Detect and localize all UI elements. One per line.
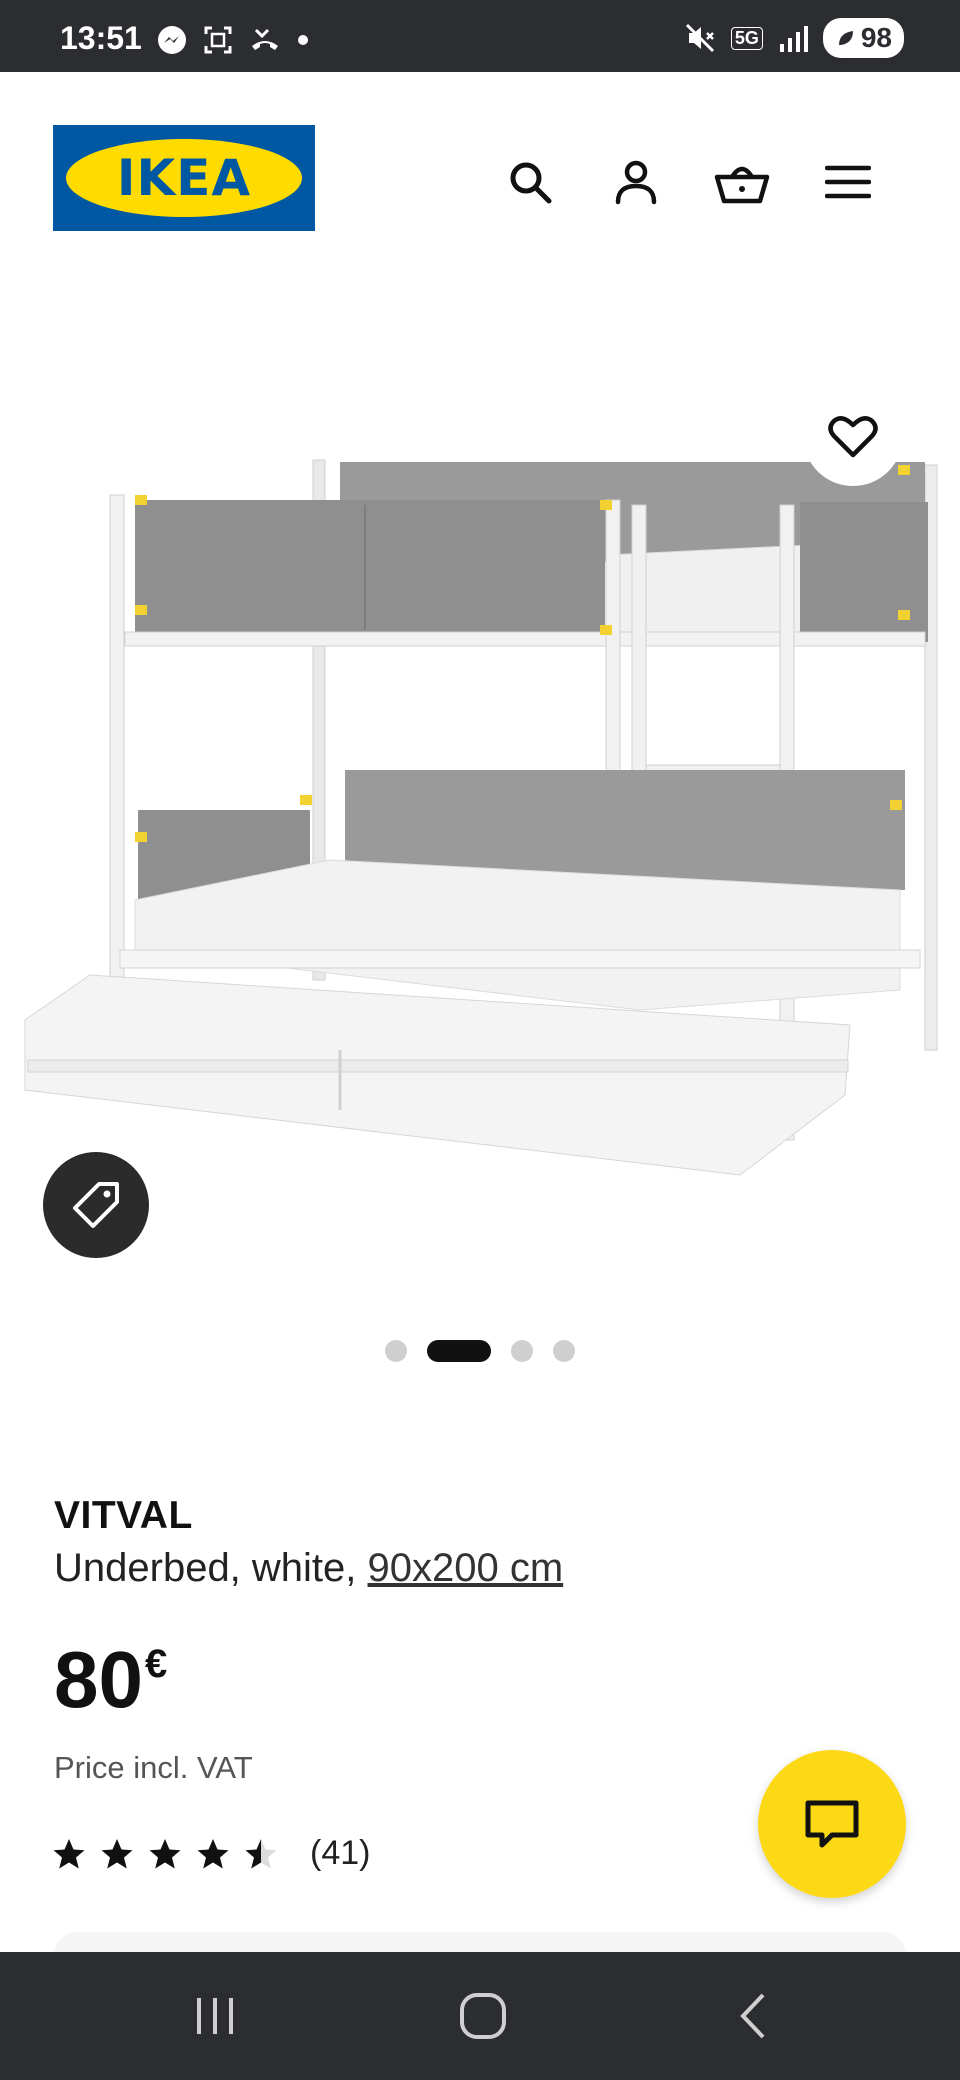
gallery-dot[interactable] (385, 1340, 407, 1362)
system-nav-bar (0, 1952, 960, 2080)
favourite-button[interactable] (803, 386, 903, 486)
search-icon (510, 162, 552, 204)
recent-apps-button[interactable] (185, 1990, 245, 2042)
notification-icons (156, 24, 310, 56)
chat-button[interactable] (758, 1750, 906, 1898)
battery-level: 98 (860, 22, 892, 53)
tag-icon (73, 1182, 119, 1228)
system-icons: 5G 98 (683, 18, 904, 58)
logo-oval: IKEA (66, 139, 302, 217)
gallery-dot-active[interactable] (427, 1340, 491, 1362)
recent-apps-icon (197, 1998, 233, 2034)
price-amount: 80 (54, 1635, 143, 1724)
screenshot-icon (204, 26, 232, 54)
home-icon (460, 1993, 506, 2039)
product-description: Underbed, white, 90x200 cm (54, 1546, 563, 1591)
rating-stars (52, 1837, 278, 1871)
star-icon (53, 1838, 85, 1868)
product-name: VITVAL (54, 1494, 193, 1537)
gallery-pagination (0, 1340, 960, 1362)
star-icon (149, 1838, 181, 1868)
price-tag-button[interactable] (43, 1152, 149, 1258)
battery-indicator: 98 (822, 18, 904, 58)
ikea-logo[interactable]: IKEA (53, 125, 315, 231)
price-note: Price incl. VAT (54, 1750, 253, 1785)
signal-icon (779, 26, 808, 52)
product-price: 80€ (54, 1640, 167, 1720)
menu-icon (825, 165, 871, 199)
basket-icon (714, 166, 770, 204)
home-button[interactable] (453, 1990, 513, 2042)
product-type: Underbed, white, (54, 1546, 368, 1590)
back-button[interactable] (723, 1990, 783, 2042)
status-time: 13:51 (60, 20, 142, 56)
half-star-icon (245, 1838, 277, 1868)
menu-button[interactable] (818, 152, 878, 212)
mute-icon (685, 23, 714, 53)
star-icon (197, 1838, 229, 1868)
product-size-link[interactable]: 90x200 cm (368, 1546, 564, 1590)
gallery-dot[interactable] (553, 1340, 575, 1362)
missed-call-icon (252, 28, 278, 50)
heart-icon (828, 416, 878, 458)
star-icon (101, 1838, 133, 1868)
messenger-icon (158, 26, 186, 54)
battery-saver-icon (838, 31, 853, 45)
site-header: IKEA (0, 72, 960, 282)
review-count: (41) (310, 1834, 371, 1872)
basket-button[interactable] (712, 152, 772, 212)
gallery-dot[interactable] (511, 1340, 533, 1362)
account-icon (615, 160, 657, 205)
logo-text: IKEA (116, 149, 252, 207)
back-icon (740, 1993, 765, 2039)
search-button[interactable] (500, 152, 560, 212)
price-currency: € (144, 1642, 168, 1686)
dot-icon (298, 35, 308, 45)
product-rating[interactable]: (41) (52, 1834, 370, 1873)
header-actions (500, 152, 878, 212)
status-bar: 13:51 5G 98 (0, 0, 960, 72)
network-label: 5G (730, 26, 763, 50)
chat-icon (805, 1800, 859, 1848)
account-button[interactable] (606, 152, 666, 212)
